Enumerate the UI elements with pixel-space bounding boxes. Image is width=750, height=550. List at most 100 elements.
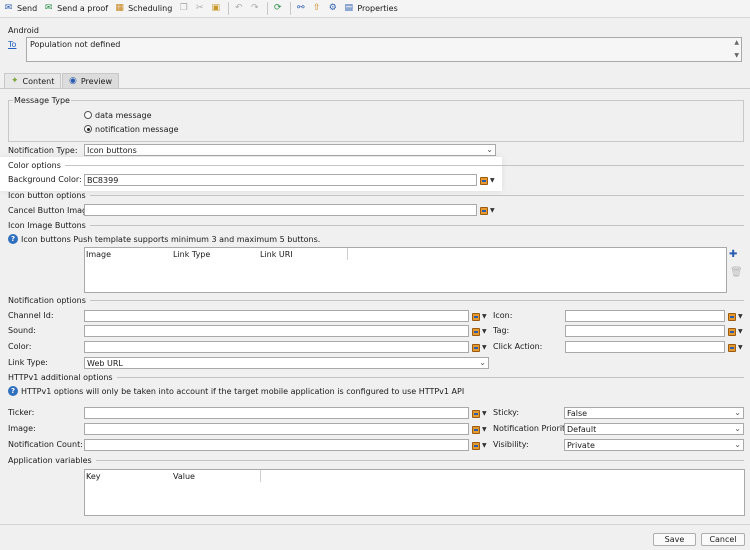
tag-picker[interactable]: ▼ [728,326,744,337]
dropdown-arrow-icon: ▼ [490,177,495,184]
insert-icon [480,206,488,215]
icon-buttons-grid[interactable]: Image Link Type Link URI [84,247,727,293]
redo-icon[interactable]: ↷ [249,3,260,14]
channel-id-picker[interactable]: ▼ [472,311,488,322]
clipboard-icon: ▤ [344,3,354,13]
grid-header-key: Key [86,472,101,481]
paste-icon[interactable]: ▣ [210,3,221,14]
ticker-picker[interactable]: ▼ [472,408,488,419]
scheduling-button[interactable]: ▦ Scheduling [114,3,172,14]
notification-count-label: Notification Count: [8,440,83,449]
cancel-image-picker[interactable]: ▼ [480,205,496,216]
refresh-icon[interactable]: ⟳ [272,3,283,14]
insert-icon [728,312,736,321]
message-type-title: Message Type [13,96,71,105]
click-action-input[interactable] [565,341,725,353]
icon-button-options-section: Icon button options [8,191,744,200]
copy-icon[interactable]: ❐ [178,3,189,14]
dropdown-arrow-icon: ▼ [482,410,487,417]
channel-id-label: Channel Id: [8,311,54,320]
properties-button[interactable]: ▤ Properties [343,3,398,14]
insert-icon [472,327,480,336]
grid-header-image: Image [86,250,112,259]
background-color-picker[interactable]: ▼ [480,175,496,186]
proof-envelope-icon: ✉ [44,3,53,13]
application-variables-grid[interactable]: Key Value [84,469,745,516]
visibility-label: Visibility: [493,440,529,449]
image-input[interactable] [84,423,469,435]
link-icon[interactable]: ⚯ [295,3,306,14]
click-action-picker[interactable]: ▼ [728,342,744,353]
color-options-section: Color options [8,161,744,170]
insert-icon [472,312,480,321]
dropdown-arrow-icon: ▼ [482,313,487,320]
sound-input[interactable] [84,325,469,337]
visibility-select[interactable]: Private ⌄ [564,439,744,451]
info-icon: ? [8,386,18,396]
chevron-down-icon: ⌄ [734,408,741,417]
scroll-down-icon[interactable]: ▼ [734,52,739,59]
save-button[interactable]: Save [653,533,696,546]
image-picker[interactable]: ▼ [472,424,488,435]
link-type-select[interactable]: Web URL ⌄ [84,357,489,369]
send-button[interactable]: ✉ Send [3,3,37,14]
upload-icon[interactable]: ⇧ [311,3,322,14]
insert-icon [472,441,480,450]
click-action-label: Click Action: [493,342,543,351]
population-field[interactable]: Population not defined ▲ ▼ [26,37,742,62]
radio-checked-icon [84,125,92,133]
icon-label: Icon: [493,311,513,320]
settings-icon[interactable]: ⚙ [327,3,338,14]
icon-buttons-info: ? Icon buttons Push template supports min… [8,234,320,244]
cancel-button-image-input[interactable] [84,204,477,216]
tab-preview[interactable]: ◉ Preview [62,73,119,88]
radio-data-message[interactable]: data message [84,111,152,120]
tag-input[interactable] [565,325,725,337]
ticker-label: Ticker: [8,408,35,417]
dropdown-arrow-icon: ▼ [738,344,743,351]
scroll-up-icon[interactable]: ▲ [734,39,739,46]
cancel-button[interactable]: Cancel [701,533,745,546]
cancel-button-image-label: Cancel Button Image: [8,206,95,215]
radio-notification-message[interactable]: notification message [84,125,178,134]
to-link[interactable]: To [8,40,16,49]
delete-row-icon[interactable]: 🗑 [730,267,743,278]
color-picker[interactable]: ▼ [472,342,488,353]
cut-icon[interactable]: ✂ [194,3,205,14]
color-input[interactable] [84,341,469,353]
sound-picker[interactable]: ▼ [472,326,488,337]
notification-priority-label: Notification Priority: [493,424,573,433]
notification-priority-select[interactable]: Default ⌄ [564,423,744,435]
tab-content[interactable]: ✦ Content [4,73,62,88]
send-proof-button[interactable]: ✉ Send a proof [43,3,108,14]
sound-label: Sound: [8,326,36,335]
dropdown-arrow-icon: ▼ [482,442,487,449]
channel-id-input[interactable] [84,310,469,322]
toolbar: ✉ Send ✉ Send a proof ▦ Scheduling ❐ ✂ ▣… [0,0,750,18]
icon-picker[interactable]: ▼ [728,311,744,322]
add-row-icon[interactable]: ✚ [729,249,737,260]
dropdown-arrow-icon: ▼ [738,313,743,320]
sticky-label: Sticky: [493,408,520,417]
notification-count-input[interactable] [84,439,469,451]
notification-count-picker[interactable]: ▼ [472,440,488,451]
tag-label: Tag: [493,326,510,335]
icon-input[interactable] [565,310,725,322]
httpv1-info: ? HTTPv1 options will only be taken into … [8,386,464,396]
grid-header-link-type: Link Type [173,250,211,259]
insert-icon [480,176,488,185]
sticky-select[interactable]: False ⌄ [564,407,744,419]
radio-icon [84,111,92,119]
notification-type-select[interactable]: Icon buttons ⌄ [84,144,496,156]
link-type-label: Link Type: [8,358,48,367]
info-icon: ? [8,234,18,244]
color-label: Color: [8,342,32,351]
ticker-input[interactable] [84,407,469,419]
android-icon: ✦ [11,76,19,86]
eye-icon: ◉ [69,76,77,86]
background-color-label: Background Color: [8,175,82,184]
dropdown-arrow-icon: ▼ [738,328,743,335]
undo-icon[interactable]: ↶ [233,3,244,14]
background-color-input[interactable]: BC8399 [84,174,477,186]
notification-options-section: Notification options [8,296,744,305]
